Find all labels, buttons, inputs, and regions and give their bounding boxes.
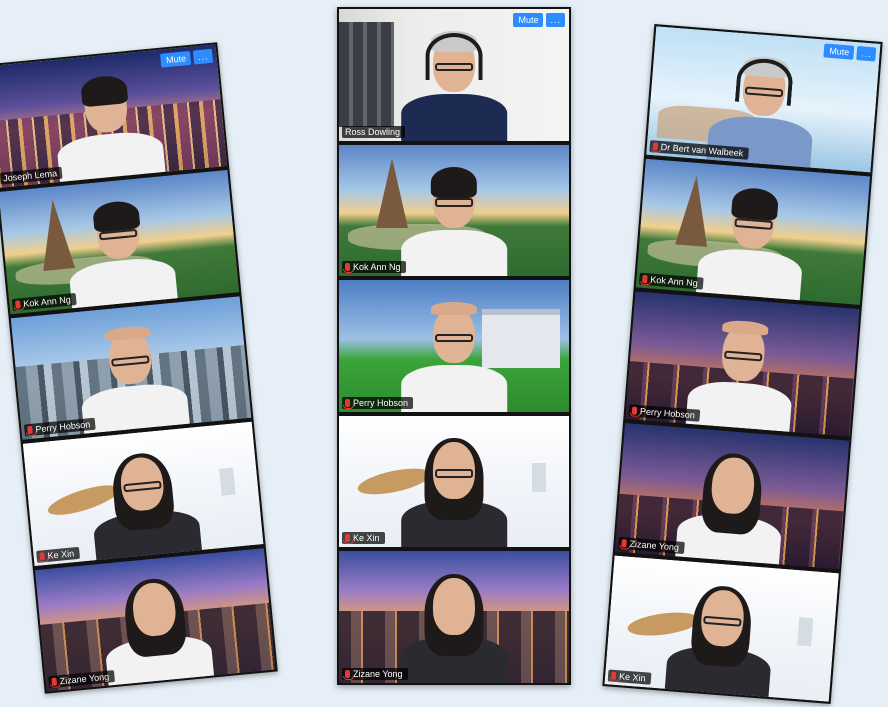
video-tile[interactable]: Perry Hobson (10, 296, 252, 440)
participant-name-tag: Zizane Yong (342, 667, 408, 680)
video-tile[interactable]: Ke Xin (604, 555, 839, 702)
mic-muted-icon (343, 263, 354, 274)
video-tile[interactable]: Perry Hobson (339, 280, 569, 412)
participant-name: Ke Xin (47, 547, 75, 561)
mic-muted-icon (621, 539, 627, 548)
video-tile[interactable]: Kok Ann Ng (0, 170, 240, 315)
mute-button[interactable]: Mute (160, 50, 192, 68)
mic-muted-icon (343, 669, 354, 680)
mic-muted-icon (652, 142, 659, 151)
mic-muted-icon (27, 425, 33, 435)
video-tile[interactable]: Ke Xin (22, 421, 264, 566)
participant-name: Perry Hobson (353, 397, 409, 408)
participant-name: Ke Xin (618, 671, 646, 684)
mic-muted-icon (343, 534, 354, 545)
participant-name: Kok Ann Ng (353, 262, 401, 273)
mic-muted-icon (642, 274, 648, 283)
glasses (434, 198, 474, 207)
participant-video (51, 73, 166, 183)
video-tile[interactable]: Kok Ann Ng (339, 144, 569, 277)
participant-body (706, 114, 814, 168)
participant-video (401, 437, 507, 548)
zoom-gallery-collage: { "strips": [ { "tiles": [ {"name": "Jos… (0, 0, 888, 707)
participant-video (63, 199, 178, 309)
video-tile[interactable]: Zizane Yong (614, 423, 850, 570)
mic-muted-icon (343, 398, 354, 409)
participant-body (67, 255, 178, 309)
video-tile[interactable]: Perry Hobson (625, 290, 860, 438)
headset (425, 33, 483, 80)
gallery-strip-middle: Ross Dowling Mute... Kok Ann Ng Perry Hobso… (337, 7, 571, 685)
more-options-button[interactable]: ... (193, 48, 214, 65)
video-tile[interactable]: Dr Bert van Walbeek Mute... (646, 26, 881, 173)
mic-muted-icon (631, 406, 638, 416)
participant-name-tag: Kok Ann Ng (342, 261, 406, 274)
participant-video (87, 450, 202, 560)
participant-body (696, 246, 804, 300)
participant-body (80, 380, 190, 435)
participant-video (665, 583, 776, 698)
participant-video (685, 319, 797, 433)
participant-name: Zizane Yong (353, 668, 403, 679)
video-tile[interactable]: Ross Dowling Mute... (339, 9, 569, 141)
mic-muted-icon (51, 677, 58, 687)
more-options-button[interactable]: ... (856, 46, 877, 62)
participant-video (99, 576, 214, 686)
video-tile[interactable]: Zizane Yong (339, 551, 569, 683)
participant-video (401, 31, 507, 141)
video-tile[interactable]: Ke Xin (339, 415, 569, 548)
gallery-strip-left: Joseph Lema Mute... Kok Ann Ng Perry Hobson… (0, 42, 278, 694)
participant-video (675, 451, 786, 565)
tile-controls: Mute... (513, 13, 565, 27)
participant-hair (430, 166, 478, 199)
participant-video (401, 302, 507, 412)
participant-hair (430, 302, 478, 315)
glasses (434, 469, 474, 478)
mute-button[interactable]: Mute (513, 13, 544, 27)
participant-face (432, 577, 476, 635)
glasses (434, 333, 474, 343)
participant-name-tag: Ross Dowling (342, 125, 406, 138)
participant-body (401, 229, 507, 277)
participant-video (401, 166, 507, 277)
participant-body (401, 365, 507, 412)
mic-muted-icon (39, 551, 45, 561)
mic-muted-icon (610, 671, 617, 681)
participant-body (401, 94, 507, 141)
participant-name: Ross Dowling (345, 126, 401, 137)
participant-name: Ke Xin (353, 533, 380, 544)
video-tile[interactable]: Kok Ann Ng (635, 158, 871, 305)
participant-name-tag: Ke Xin (342, 532, 385, 545)
participant-body (55, 129, 166, 183)
mute-button[interactable]: Mute (823, 43, 855, 60)
participant-name-tag: Perry Hobson (342, 396, 414, 409)
mic-muted-icon (15, 300, 21, 309)
participant-body (685, 378, 793, 433)
participant-video (401, 573, 507, 683)
participant-video (696, 187, 807, 300)
video-tile[interactable]: Joseph Lema Mute... (0, 44, 228, 189)
more-options-button[interactable]: ... (546, 13, 565, 27)
gallery-strip-right: Dr Bert van Walbeek Mute... Kok Ann Ng Perr… (602, 24, 883, 704)
video-tile[interactable]: Zizane Yong (34, 547, 276, 692)
